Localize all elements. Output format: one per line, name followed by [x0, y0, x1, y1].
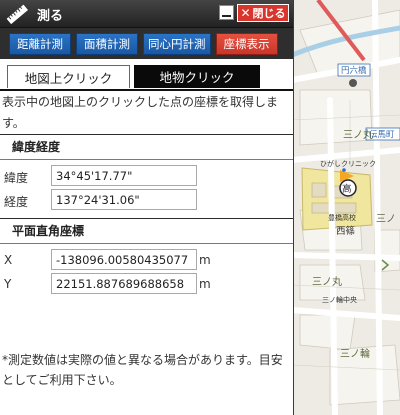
coordinate-display-button[interactable]: 座標表示 — [215, 32, 278, 55]
poi-marker[interactable] — [349, 79, 357, 87]
ruler-icon — [6, 4, 28, 24]
area-measure-button[interactable]: 面積計測 — [76, 32, 138, 55]
lat-label: 緯度 — [4, 171, 29, 185]
map-label-sannomaru-4: 三ノ輪 — [340, 347, 370, 360]
tab-row: 地図上クリック 地物クリック — [0, 59, 293, 91]
plane-heading: 平面直角座標 — [0, 218, 293, 244]
map-label-toyohashi: 豊橋高校 — [328, 213, 356, 222]
x-field[interactable]: -138096.00580435077 — [51, 249, 197, 270]
y-label: Y — [4, 277, 12, 291]
map-label-clinic: ひがしクリニック — [320, 159, 376, 168]
y-unit: m — [199, 277, 211, 291]
lon-label: 経度 — [4, 195, 29, 209]
y-field[interactable]: 22151.887689688658 — [51, 273, 197, 294]
x-label: X — [4, 253, 13, 267]
measure-panel: 測る ✕ 閉じる 距離計測 面積計測 同心円計測 座標表示 地図上クリック 地物… — [0, 0, 294, 415]
mode-toolbar: 距離計測 面積計測 同心円計測 座標表示 — [0, 28, 293, 59]
panel-title: 測る — [37, 9, 64, 24]
school-symbol: 高 — [342, 183, 352, 195]
x-unit: m — [199, 253, 211, 267]
close-button[interactable]: ✕ 閉じる — [237, 4, 289, 22]
map-label-enrokubashi: 円六橋 — [341, 65, 367, 76]
clicked-point-dot-icon — [342, 168, 346, 172]
close-icon: ✕ — [240, 6, 251, 20]
lat-field[interactable]: 34°45'17.77" — [51, 165, 197, 186]
description-text: 表示中の地図上のクリックした点の座標を取得します。 — [2, 95, 279, 130]
latlon-heading: 緯度経度 — [0, 134, 293, 160]
latlon-section: 緯度経度 緯度 34°45'17.77" 経度 137°24'31.06" — [0, 134, 293, 212]
lon-field[interactable]: 137°24'31.06" — [51, 189, 197, 210]
disclaimer-note: *測定数値は実際の値と異なる場合があります。目安としてご利用下さい。 — [2, 353, 283, 387]
plane-section: 平面直角座標 X -138096.00580435077 m Y 22151.8… — [0, 218, 293, 296]
map-label-sannomaru-2: 三ノ — [376, 214, 396, 225]
tab-divider — [0, 89, 293, 91]
map-label-nishi: 西篠 — [336, 225, 356, 237]
map-label-route: 三ノ輪中央 — [322, 295, 357, 304]
map-label-sannomaru-1: 三ノ丸 — [343, 128, 373, 141]
close-label: 閉じる — [252, 7, 286, 20]
map-label-sannomaru-3: 三ノ丸 — [312, 275, 342, 288]
panel-titlebar[interactable]: 測る ✕ 閉じる — [0, 0, 293, 28]
concentric-measure-button[interactable]: 同心円計測 — [143, 32, 211, 55]
distance-measure-button[interactable]: 距離計測 — [9, 32, 71, 55]
tab-map-click[interactable]: 地図上クリック — [7, 65, 130, 88]
minimize-button[interactable] — [219, 5, 234, 20]
tab-feature-click[interactable]: 地物クリック — [134, 65, 260, 88]
